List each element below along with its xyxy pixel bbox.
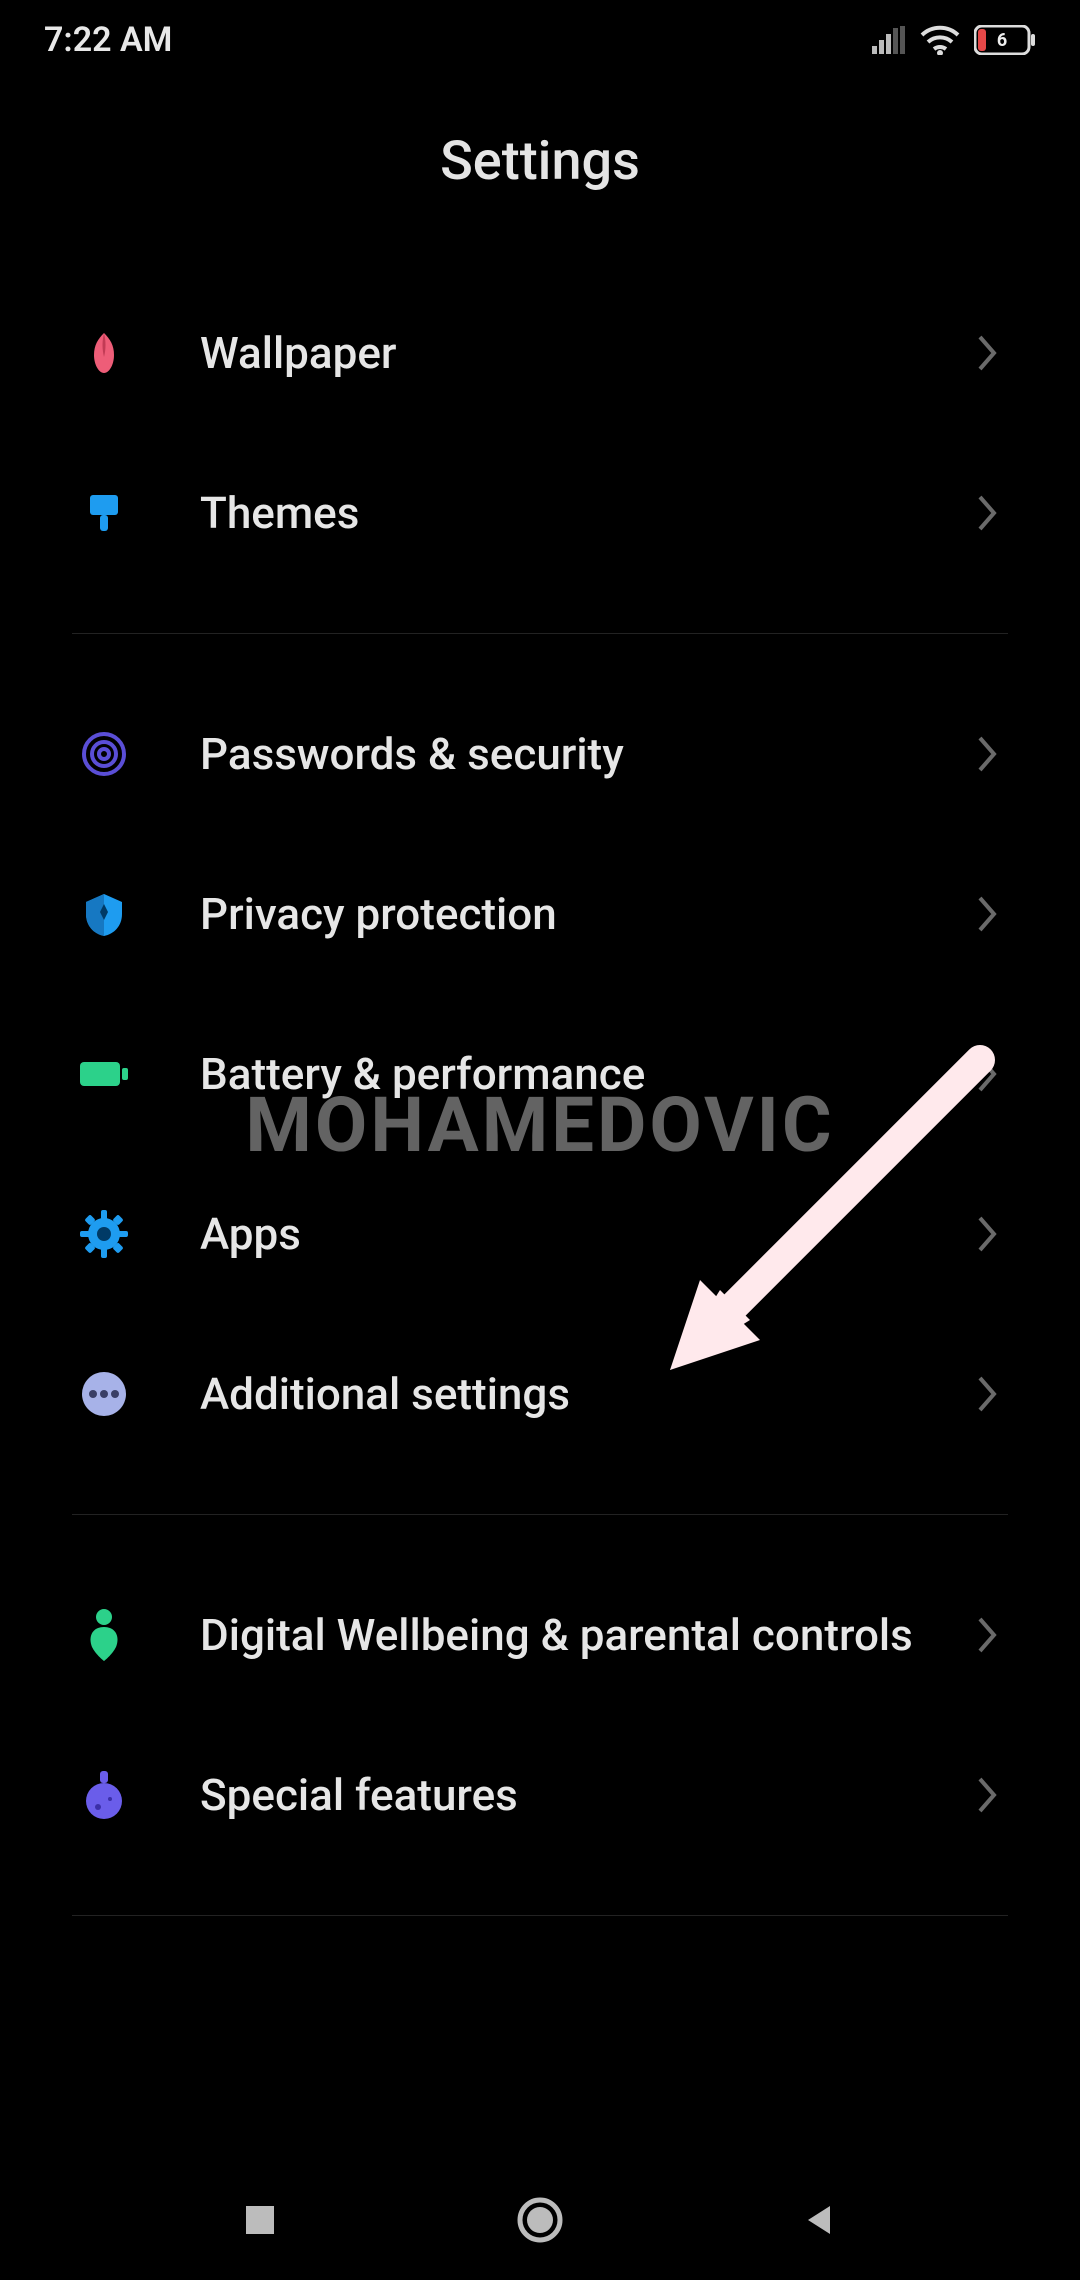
person-heart-icon bbox=[72, 1603, 136, 1667]
settings-item-privacy-protection[interactable]: Privacy protection bbox=[72, 834, 1008, 994]
signal-icon bbox=[872, 26, 906, 54]
brush-icon bbox=[72, 481, 136, 545]
dots-icon bbox=[72, 1362, 136, 1426]
settings-item-label: Battery & performance bbox=[200, 1047, 968, 1102]
chevron-right-icon bbox=[968, 1054, 1008, 1094]
battery-percent: 6 bbox=[974, 30, 1030, 51]
flask-icon bbox=[72, 1763, 136, 1827]
settings-item-label: Apps bbox=[200, 1207, 968, 1262]
settings-item-wallpaper[interactable]: Wallpaper bbox=[72, 273, 1008, 433]
settings-item-digital-wellbeing[interactable]: Digital Wellbeing & parental controls bbox=[72, 1555, 1008, 1715]
settings-item-label: Wallpaper bbox=[200, 326, 968, 381]
chevron-right-icon bbox=[968, 894, 1008, 934]
divider bbox=[72, 1514, 1008, 1515]
settings-item-battery-performance[interactable]: Battery & performance bbox=[72, 994, 1008, 1154]
tulip-icon bbox=[72, 321, 136, 385]
chevron-right-icon bbox=[968, 333, 1008, 373]
settings-item-label: Themes bbox=[200, 486, 968, 541]
chevron-right-icon bbox=[968, 1775, 1008, 1815]
nav-recents-button[interactable] bbox=[230, 2190, 290, 2250]
fingerprint-icon bbox=[72, 722, 136, 786]
gear-icon bbox=[72, 1202, 136, 1266]
wifi-icon bbox=[920, 25, 960, 55]
battery-icon bbox=[72, 1042, 136, 1106]
settings-item-themes[interactable]: Themes bbox=[72, 433, 1008, 593]
chevron-right-icon bbox=[968, 493, 1008, 533]
navigation-bar bbox=[0, 2160, 1080, 2280]
settings-item-label: Special features bbox=[200, 1768, 968, 1823]
settings-item-label: Privacy protection bbox=[200, 887, 968, 942]
divider bbox=[72, 633, 1008, 634]
settings-item-passwords-security[interactable]: Passwords & security bbox=[72, 674, 1008, 834]
settings-item-label: Digital Wellbeing & parental controls bbox=[200, 1608, 968, 1663]
divider bbox=[72, 1915, 1008, 1916]
shield-icon bbox=[72, 882, 136, 946]
page-title: Settings bbox=[0, 80, 1080, 273]
chevron-right-icon bbox=[968, 1214, 1008, 1254]
settings-item-label: Passwords & security bbox=[200, 727, 968, 782]
chevron-right-icon bbox=[968, 734, 1008, 774]
nav-back-button[interactable] bbox=[790, 2190, 850, 2250]
status-time: 7:22 AM bbox=[44, 20, 172, 60]
status-right: 6 bbox=[872, 25, 1036, 55]
settings-item-label: Additional settings bbox=[200, 1367, 968, 1422]
settings-item-special-features[interactable]: Special features bbox=[72, 1715, 1008, 1875]
nav-home-button[interactable] bbox=[510, 2190, 570, 2250]
chevron-right-icon bbox=[968, 1374, 1008, 1414]
settings-item-additional-settings[interactable]: Additional settings bbox=[72, 1314, 1008, 1474]
settings-list: Wallpaper Themes Passwords & security bbox=[0, 273, 1080, 1916]
status-bar: 7:22 AM 6 bbox=[0, 0, 1080, 80]
settings-item-apps[interactable]: Apps bbox=[72, 1154, 1008, 1314]
chevron-right-icon bbox=[968, 1615, 1008, 1655]
battery-icon: 6 bbox=[974, 25, 1036, 55]
